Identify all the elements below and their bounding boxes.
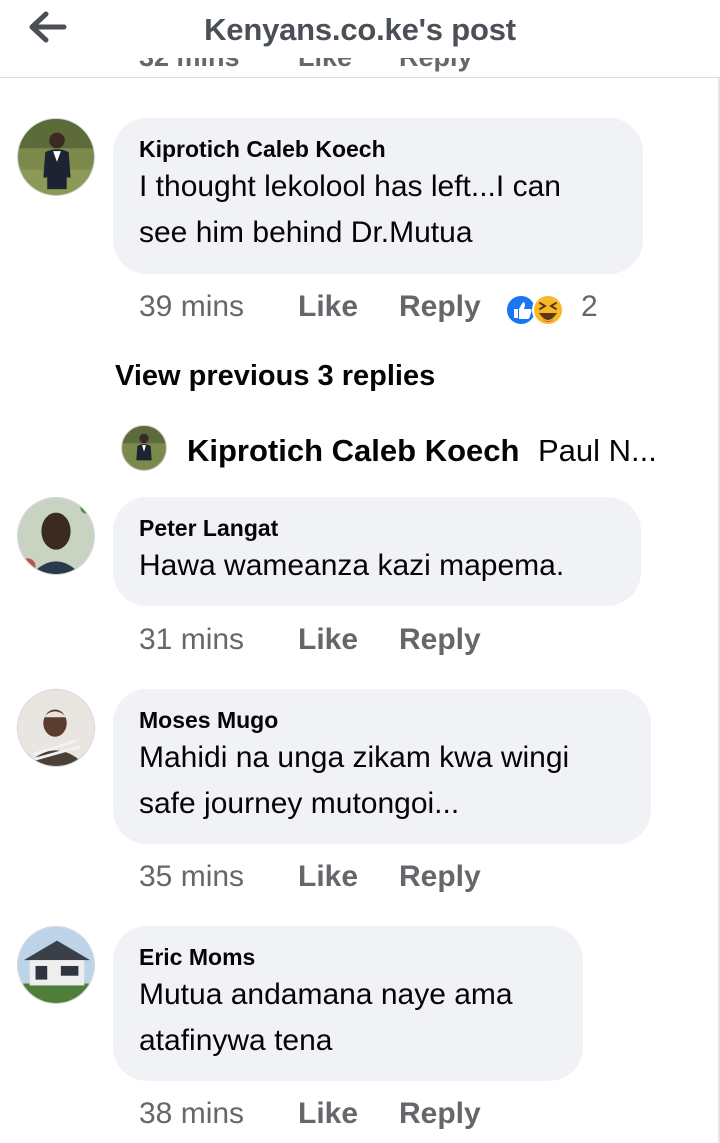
comment-text: atafinywa tena [139,1024,333,1057]
comment-bubble[interactable]: Peter Langat Hawa wameanza kazi mapema. [113,497,641,606]
partial-like-button[interactable]: Like [298,58,352,78]
reaction-summary[interactable] [504,289,574,329]
comment-author[interactable]: Moses Mugo [139,705,625,735]
comment-bubble[interactable]: Eric Moms Mutua andamana naye ama atafin… [113,926,583,1081]
comment-bubble[interactable]: Moses Mugo Mahidi na unga zikam kwa wing… [113,689,651,844]
avatar[interactable] [17,118,95,196]
comment-time: 39 mins [139,290,245,323]
comment-text: safe journey mutongoi... [139,787,460,820]
reply-button[interactable]: Reply [399,1097,481,1131]
comment-text: Mahidi na unga zikam kwa wingi [139,741,570,774]
top-bar: Kenyans.co.ke's post 32 mins Like Reply [0,0,720,78]
comment-time: 35 mins [139,860,245,893]
comment-author[interactable]: Peter Langat [139,513,615,543]
person-photo-icon [18,498,94,574]
comment-text: Mutua andamana naye ama [139,978,513,1011]
reply-button[interactable]: Reply [399,860,481,894]
reply-author[interactable]: Kiprotich Caleb Koech [187,433,519,469]
comment-text: see him behind Dr.Mutua [139,216,473,249]
comment-text: I thought lekolool has left...I can [139,170,561,203]
page-title: Kenyans.co.ke's post [204,12,516,47]
avatar[interactable] [17,926,95,1004]
comment-author[interactable]: Kiprotich Caleb Koech [139,134,617,164]
like-button[interactable]: Like [298,1097,358,1131]
comment-text: Hawa wameanza kazi mapema. [139,549,565,582]
person-photo-icon [122,426,166,470]
reply-button[interactable]: Reply [399,290,481,324]
reply-avatar[interactable] [121,425,167,471]
like-button[interactable]: Like [298,860,358,894]
like-button[interactable]: Like [298,290,358,324]
person-photo-icon [18,690,94,766]
partial-reply-button[interactable]: Reply [399,58,473,78]
haha-reaction-icon [532,294,564,326]
comment-bubble[interactable]: Kiprotich Caleb Koech I thought lekolool… [113,118,643,274]
comment-time: 31 mins [139,623,245,656]
comment-author[interactable]: Eric Moms [139,942,557,972]
avatar[interactable] [17,497,95,575]
house-photo-icon [18,927,94,1003]
partial-time: 32 mins [139,58,240,78]
reply-snippet: Paul N... [538,433,657,468]
reply-button[interactable]: Reply [399,623,481,657]
avatar[interactable] [17,689,95,767]
like-button[interactable]: Like [298,623,358,657]
person-photo-icon [18,119,94,195]
view-previous-replies-link[interactable]: View previous 3 replies [115,360,435,393]
like-reaction-icon [505,294,537,326]
reaction-count[interactable]: 2 [581,290,598,324]
comment-time: 38 mins [139,1097,245,1130]
reply-preview[interactable]: Kiprotich Caleb Koech Paul N... [121,425,681,475]
